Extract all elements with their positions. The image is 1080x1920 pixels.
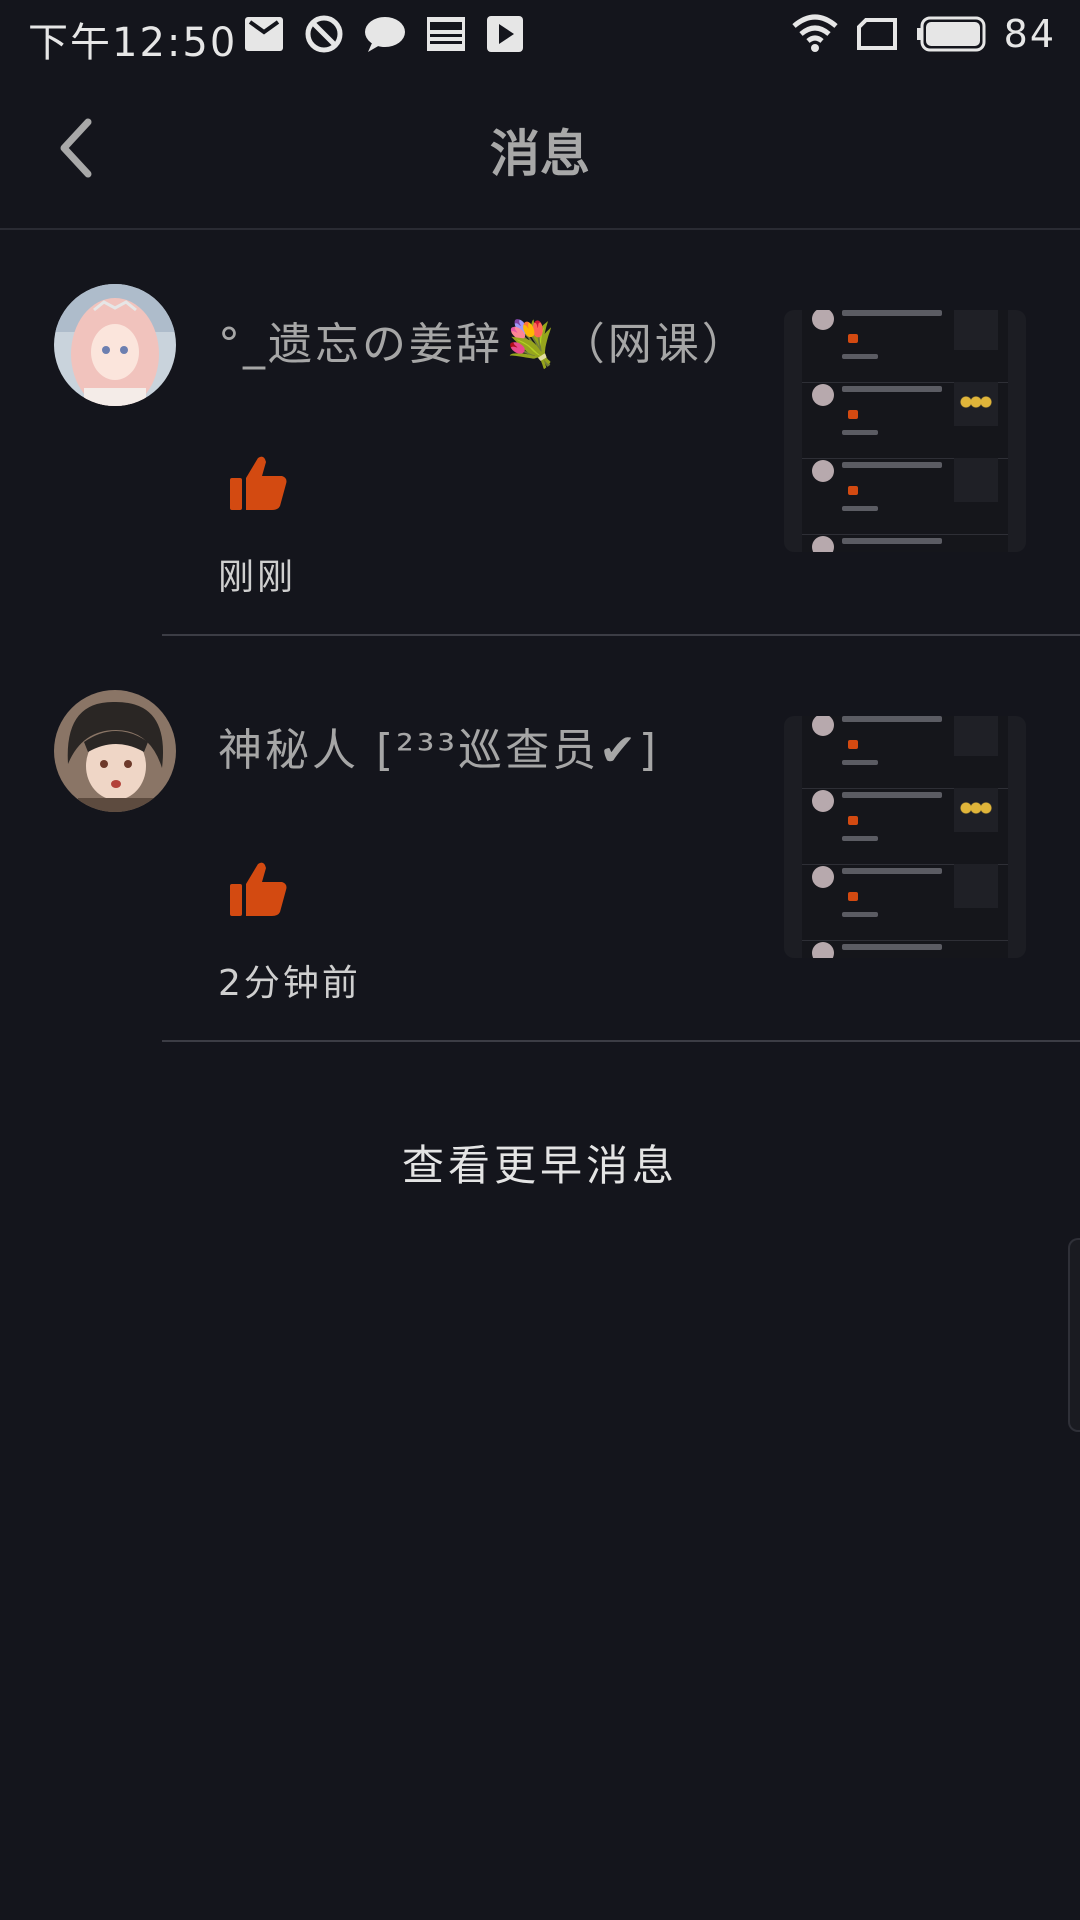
preview-thumbnail[interactable]	[784, 310, 1026, 552]
preview-thumbnail[interactable]	[784, 716, 1026, 958]
thumbs-up-icon	[228, 452, 290, 514]
notification-icons	[244, 14, 524, 54]
avatar[interactable]	[54, 284, 176, 406]
wifi-icon	[792, 14, 838, 54]
thumbs-up-icon	[228, 858, 290, 920]
load-earlier-button[interactable]: 查看更早消息	[0, 1132, 1080, 1193]
message-time: 2分钟前	[218, 963, 361, 1004]
username[interactable]: °_遗忘の姜辞💐（网课）	[218, 308, 749, 372]
sim-icon	[856, 17, 898, 51]
battery-icon	[916, 16, 986, 52]
scrollbar-handle[interactable]	[1068, 1238, 1080, 1432]
avatar[interactable]	[54, 690, 176, 812]
mail-icon	[244, 16, 284, 52]
news-icon	[426, 16, 466, 52]
block-icon	[304, 14, 344, 54]
list-item[interactable]: 神秘人 [²³³巡查员✔] 2分钟前	[0, 636, 1080, 1042]
chat-bubble-icon	[364, 15, 406, 53]
message-list: °_遗忘の姜辞💐（网课） 刚刚 神秘人 [²³³巡查员✔] 2分钟前	[0, 230, 1080, 1042]
play-store-icon	[486, 15, 524, 53]
header: 消息	[0, 68, 1080, 230]
status-time: 下午12:50	[28, 20, 238, 66]
page-title: 消息	[490, 125, 590, 183]
list-item[interactable]: °_遗忘の姜辞💐（网课） 刚刚	[0, 230, 1080, 636]
system-icons: 84	[792, 12, 1056, 56]
status-bar: 下午12:50 84	[0, 0, 1080, 68]
divider	[162, 1040, 1080, 1042]
battery-level: 84	[1003, 12, 1056, 56]
message-time: 刚刚	[218, 557, 297, 598]
username[interactable]: 神秘人 [²³³巡查员✔]	[218, 714, 659, 778]
